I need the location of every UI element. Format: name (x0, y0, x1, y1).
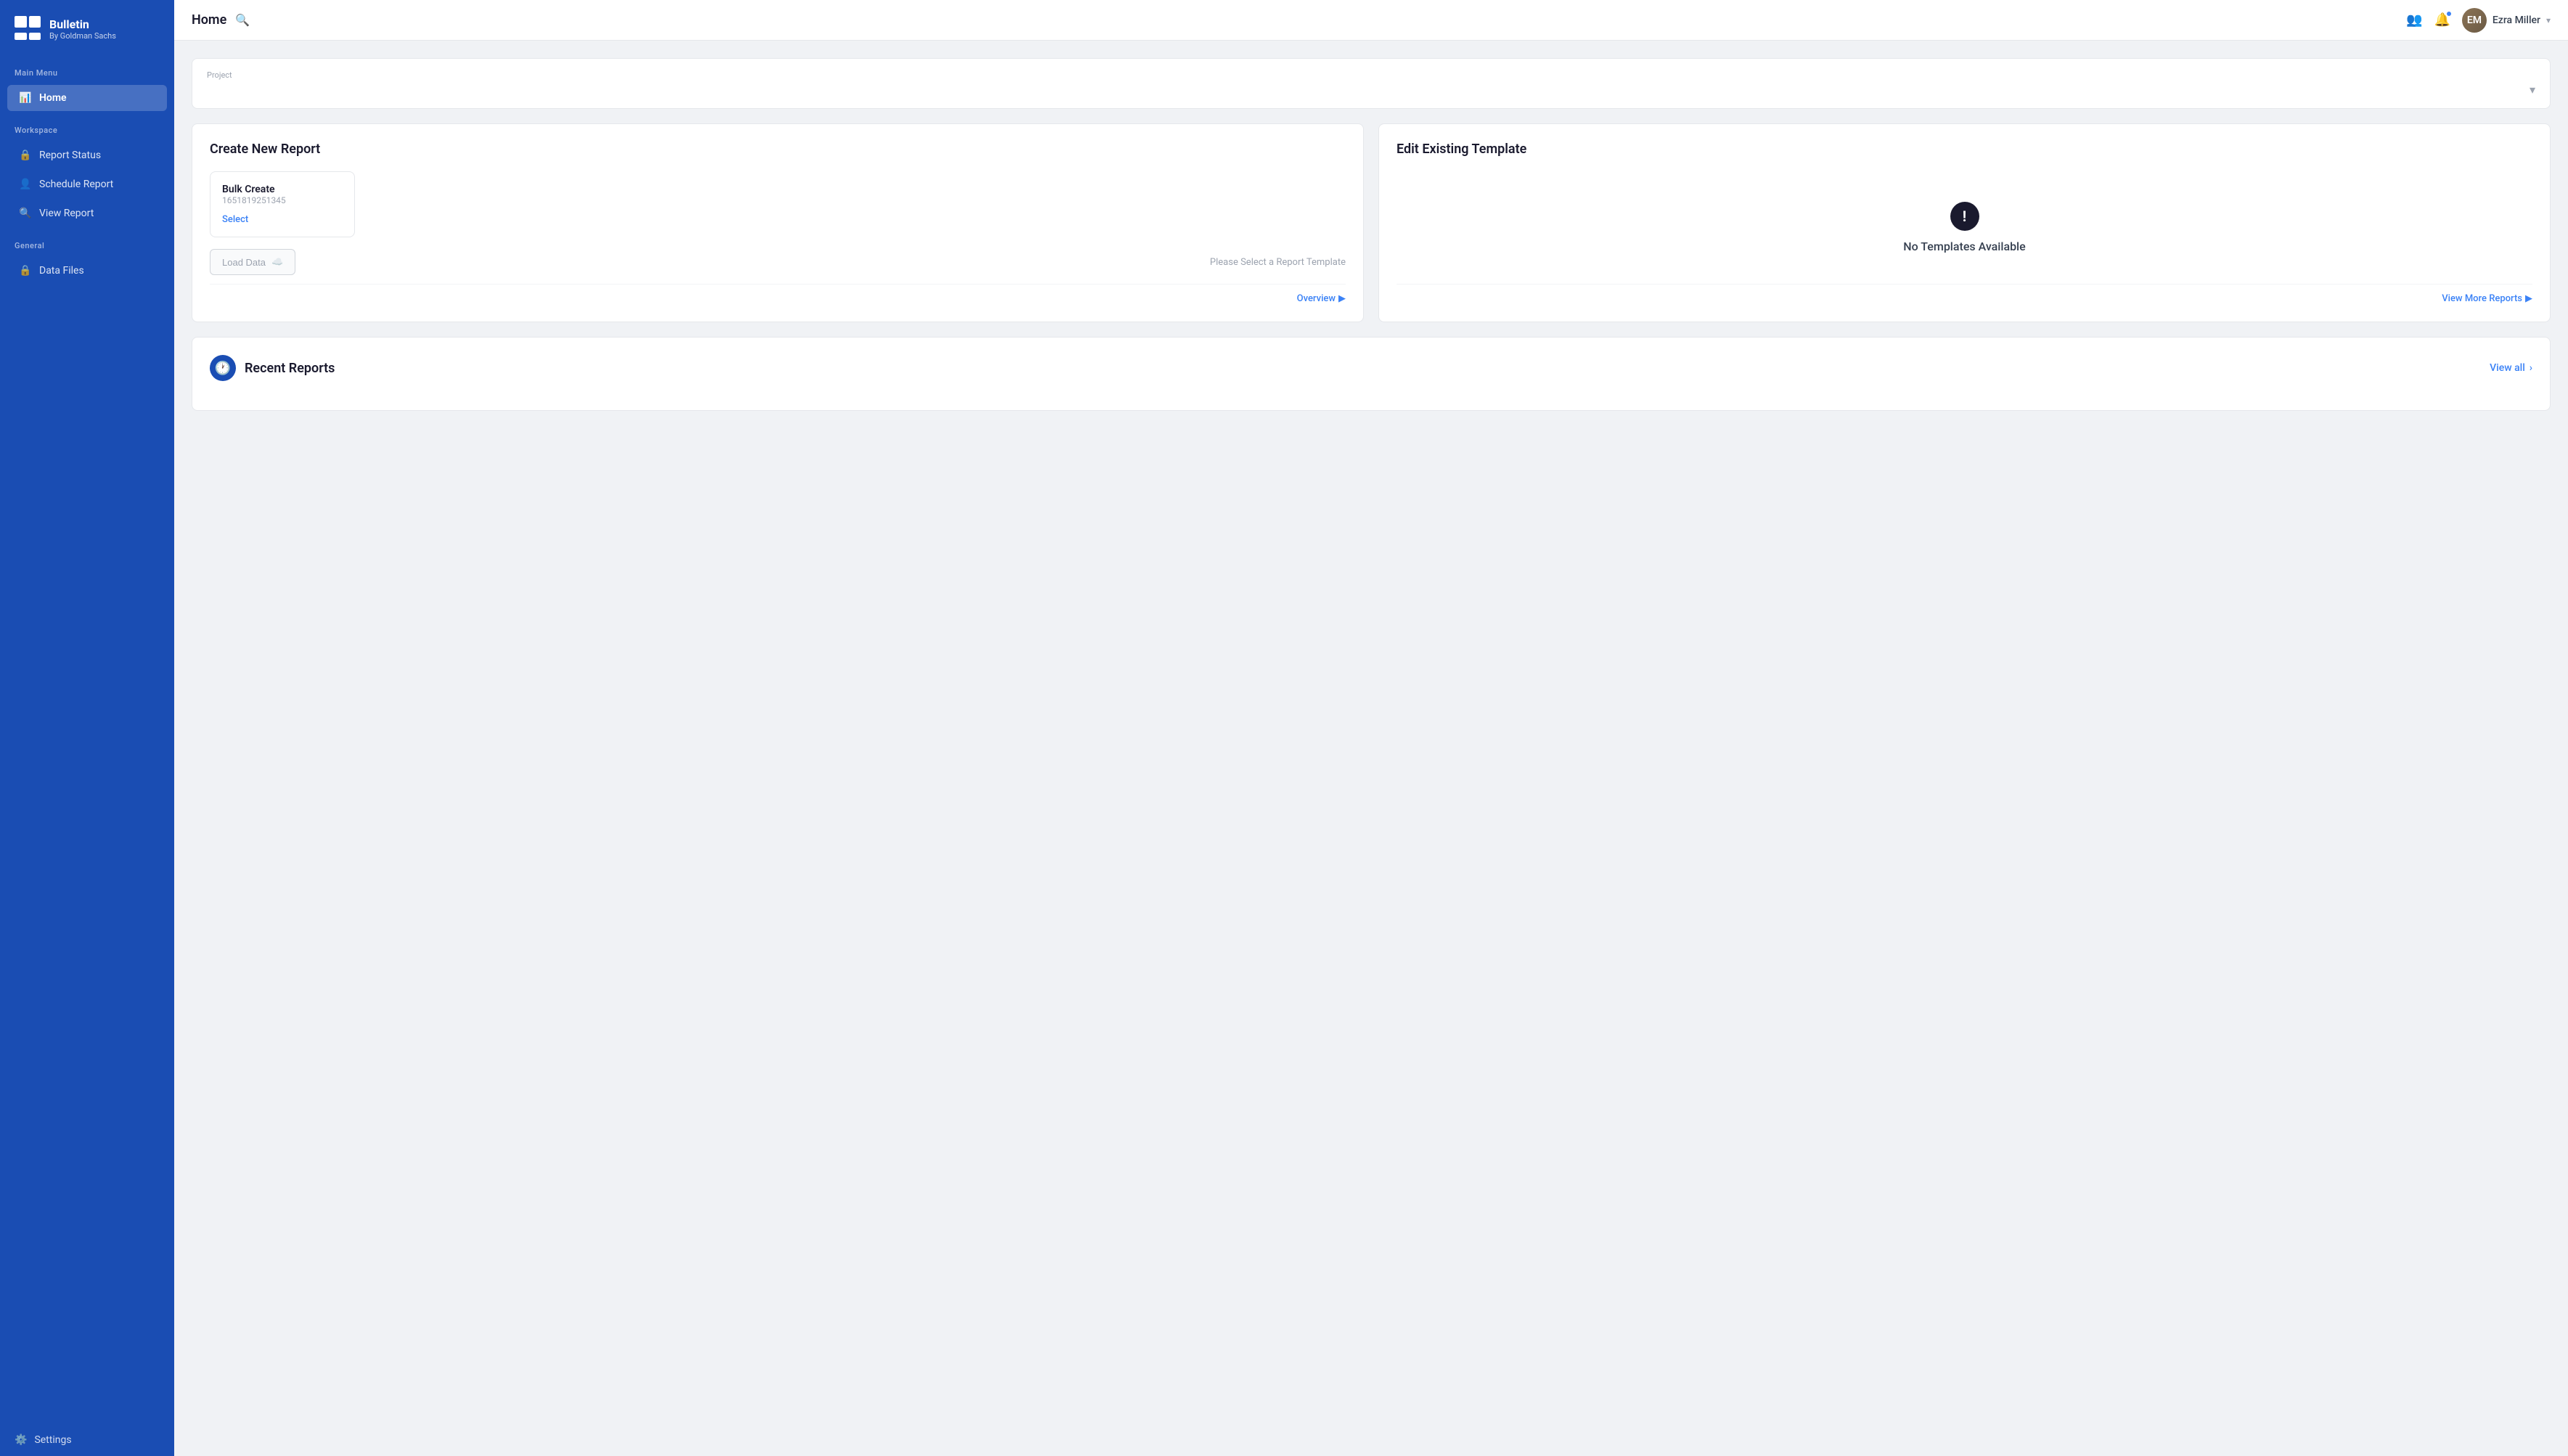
app-title: Bulletin (49, 17, 116, 31)
create-report-panel: Create New Report Bulk Create 1651819251… (192, 123, 1364, 322)
recent-reports-title: Recent Reports (245, 361, 335, 376)
main-area: Home 🔍 👥 🔔 EM Ezra Miller ▾ Project ▾ (174, 0, 2568, 1456)
load-data-button[interactable]: Load Data ☁️ (210, 249, 295, 275)
notifications-icon[interactable]: 🔔 (2434, 12, 2450, 28)
app-logo: Bulletin By Goldman Sachs (0, 0, 174, 55)
sidebar-item-schedule-report[interactable]: 👤 Schedule Report (7, 171, 167, 197)
arrow-right-icon: ▶ (1338, 293, 1346, 304)
edit-template-title: Edit Existing Template (1397, 142, 2532, 157)
logo-cell (29, 33, 41, 40)
username-label: Ezra Miller (2493, 15, 2540, 26)
logo-cell (15, 33, 27, 40)
search-icon[interactable]: 🔍 (235, 13, 250, 27)
project-label: Project (207, 70, 2535, 80)
avatar: EM (2462, 8, 2487, 33)
lock-icon: 🔒 (19, 265, 32, 277)
overview-link[interactable]: Overview ▶ (1297, 293, 1346, 304)
template-card[interactable]: Bulk Create 1651819251345 Select (210, 171, 355, 237)
settings-item[interactable]: ⚙️ Settings (0, 1424, 174, 1456)
create-report-title: Create New Report (210, 142, 1346, 157)
lock-icon: 🔒 (19, 150, 32, 161)
sidebar-item-label: Report Status (39, 150, 101, 161)
header-actions: 👥 🔔 EM Ezra Miller ▾ (2406, 8, 2551, 33)
project-select[interactable]: ▾ (207, 83, 2535, 97)
main-panels: Create New Report Bulk Create 1651819251… (192, 123, 2551, 322)
header: Home 🔍 👥 🔔 EM Ezra Miller ▾ (174, 0, 2568, 41)
main-menu-label: Main Menu (0, 55, 174, 83)
logo-cell (29, 16, 41, 28)
page-title: Home (192, 12, 226, 28)
recent-reports-header: 🕐 Recent Reports View all › (210, 355, 2532, 381)
sidebar-item-label: Data Files (39, 265, 84, 277)
cloud-icon: ☁️ (271, 256, 283, 268)
no-templates-area: ! No Templates Available (1397, 171, 2532, 284)
workspace-label: Workspace (0, 113, 174, 141)
sidebar-item-label: Home (39, 92, 67, 104)
no-templates-text: No Templates Available (1903, 240, 2025, 253)
chevron-down-icon: ▾ (2530, 83, 2535, 97)
notification-badge (2446, 11, 2452, 17)
create-report-footer: Load Data ☁️ Please Select a Report Temp… (210, 237, 1346, 275)
settings-label: Settings (34, 1434, 71, 1446)
template-id: 1651819251345 (222, 195, 343, 205)
app-name-block: Bulletin By Goldman Sachs (49, 17, 116, 41)
logo-icon (15, 16, 41, 42)
sidebar-item-label: Schedule Report (39, 179, 113, 190)
arrow-right-icon: › (2530, 362, 2532, 374)
overview-link-label: Overview (1297, 293, 1336, 304)
logo-cell (15, 16, 27, 28)
edit-template-panel: Edit Existing Template ! No Templates Av… (1378, 123, 2551, 322)
view-all-link[interactable]: View all › (2490, 362, 2532, 374)
template-hint: Please Select a Report Template (1210, 257, 1346, 268)
view-more-label: View More Reports (2442, 293, 2522, 304)
bar-chart-icon: 📊 (19, 92, 32, 104)
general-label: General (0, 228, 174, 256)
content-area: Project ▾ Create New Report Bulk Create … (174, 41, 2568, 1456)
info-icon: ! (1950, 202, 1979, 231)
sidebar-item-home[interactable]: 📊 Home (7, 85, 167, 111)
user-menu[interactable]: EM Ezra Miller ▾ (2462, 8, 2551, 33)
project-card: Project ▾ (192, 58, 2551, 109)
template-name: Bulk Create (222, 184, 343, 195)
clock-icon: 🕐 (210, 355, 236, 381)
sidebar-item-label: View Report (39, 208, 94, 219)
sidebar-item-data-files[interactable]: 🔒 Data Files (7, 258, 167, 284)
template-select-link[interactable]: Select (222, 214, 248, 225)
search-icon: 🔍 (19, 208, 32, 219)
arrow-right-icon: ▶ (2525, 293, 2532, 304)
view-more-reports-link[interactable]: View More Reports ▶ (2442, 293, 2532, 304)
people-icon[interactable]: 👥 (2406, 12, 2422, 28)
recent-title-group: 🕐 Recent Reports (210, 355, 335, 381)
person-icon: 👤 (19, 179, 32, 190)
sidebar-item-report-status[interactable]: 🔒 Report Status (7, 142, 167, 168)
gear-icon: ⚙️ (15, 1434, 27, 1446)
load-data-label: Load Data (222, 257, 266, 268)
sidebar-item-view-report[interactable]: 🔍 View Report (7, 200, 167, 226)
app-subtitle: By Goldman Sachs (49, 31, 116, 41)
sidebar: Bulletin By Goldman Sachs Main Menu 📊 Ho… (0, 0, 174, 1456)
chevron-down-icon: ▾ (2546, 15, 2551, 25)
view-all-label: View all (2490, 362, 2525, 374)
recent-reports-card: 🕐 Recent Reports View all › (192, 337, 2551, 411)
